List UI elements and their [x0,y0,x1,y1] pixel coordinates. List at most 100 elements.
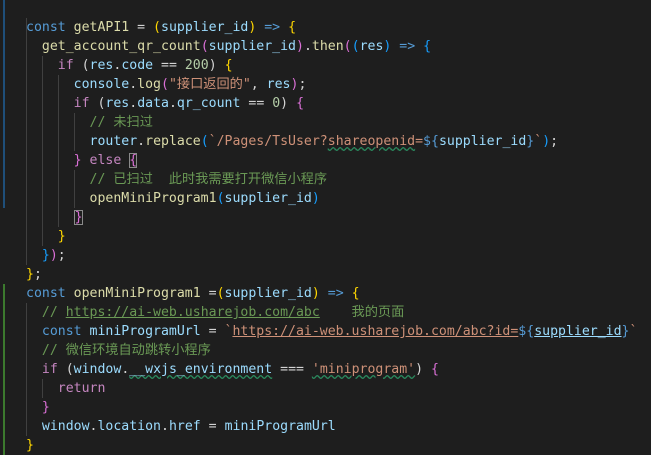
code-token: get_account_qr_count [41,39,201,54]
code-token: , [250,77,267,92]
code-token: ( [153,20,161,35]
git-added-marker [3,284,5,455]
code-token: res [89,58,114,73]
code-token: openMiniProgram1 [73,286,201,301]
code-token: } [41,400,50,415]
code-comment: // 微信环境自动跳转小程序 [41,343,211,358]
code-comment: // 已扫过 此时我需要打开微信小程序 [89,172,328,187]
code-token: == [240,96,273,111]
code-token: return [57,381,106,396]
code-token: window [41,419,90,434]
code-token: supplier_id [161,20,249,35]
code-line[interactable]: get_account_qr_count(supplier_id).then((… [26,37,431,56]
code-line[interactable]: } [26,398,50,417]
code-comment: 我的页面 [319,305,405,320]
code-token: if [73,96,90,111]
code-line[interactable]: if (res.data.qr_count == 0) { [26,94,304,113]
code-line[interactable]: const getAPI1 = (supplier_id) => { [26,18,296,37]
code-token: ( [161,77,169,92]
code-token: ( [343,39,352,54]
code-line[interactable]: console.log("接口返回的", res); [26,75,307,94]
code-token: log [137,77,161,92]
code-token: ) [311,191,320,206]
code-token: if [57,58,74,73]
code-token: window [73,362,122,377]
code-line[interactable]: } else { [26,151,138,170]
code-token: supplier_id [438,134,527,149]
code-token: ) [295,39,304,54]
code-token: const [26,286,74,301]
code-line[interactable]: } [26,227,66,246]
code-line[interactable]: if (res.code == 200) { [26,56,233,75]
code-token: const [41,324,90,339]
code-token: ( [200,39,209,54]
code-comment: https://ai-web.usharejob.com/abc [65,305,320,320]
code-line[interactable]: openMiniProgram1(supplier_id) [26,189,320,208]
code-token: ( [351,39,360,54]
code-token: supplier_id [224,191,312,206]
code-token: } [26,267,34,282]
code-token: data [137,96,169,111]
code-comment: // [41,305,66,320]
code-line[interactable]: // https://ai-web.usharejob.com/abc 我的页面 [26,303,404,322]
code-token: { [129,153,138,168]
code-token: } [73,210,83,225]
code-token: ; [33,267,42,282]
code-line[interactable]: }); [26,246,66,265]
code-token: qr_count [176,96,241,111]
code-token: => [319,286,352,301]
code-line[interactable]: router.replace(`/Pages/TsUser?shareopeni… [26,132,559,151]
code-token: { [296,96,305,111]
code-token: . [137,134,146,149]
code-token: 200 [184,58,209,73]
code-line[interactable]: if (window.__wxjs_environment === 'minip… [26,360,439,379]
code-line[interactable]: } [26,436,34,455]
code-token: { [351,286,360,301]
code-token: ) [542,134,551,149]
code-line[interactable]: window.location.href = miniProgramUrl [26,417,336,436]
code-token: = [200,286,217,301]
code-line[interactable]: // 已扫过 此时我需要打开微信小程序 [26,170,328,189]
code-editor[interactable]: const getAPI1 = (supplier_id) => { get_a… [0,0,651,455]
code-token: ; [298,77,307,92]
code-line[interactable]: }; [26,265,42,284]
code-token: = [129,20,154,35]
code-token: { [423,39,432,54]
code-token: . [161,419,169,434]
code-token: code [121,58,154,73]
code-token: `/Pages/TsUser? [208,134,328,149]
code-token: if [41,362,58,377]
code-token: router [89,134,138,149]
code-token: } [41,248,50,263]
code-token: === [272,362,312,377]
code-token: ) [311,286,320,301]
code-token: getAPI1 [73,20,130,35]
code-line[interactable]: const openMiniProgram1 =(supplier_id) =>… [26,284,360,303]
code-token: res [359,39,384,54]
code-token: ( [73,58,90,73]
code-line[interactable]: return [26,379,106,398]
code-token: => [391,39,424,54]
code-token: shareopenid [327,134,416,149]
code-line[interactable]: // 微信环境自动跳转小程序 [26,341,211,360]
code-token: ${ [518,324,535,339]
code-line[interactable]: // 未扫过 [26,113,153,132]
code-line[interactable]: } [26,208,83,227]
code-token: href [168,419,201,434]
code-token: { [224,58,233,73]
code-token: ( [216,286,225,301]
code-line[interactable]: const miniProgramUrl = ` https://ai-web.u… [26,322,638,341]
code-token: ) [208,58,225,73]
